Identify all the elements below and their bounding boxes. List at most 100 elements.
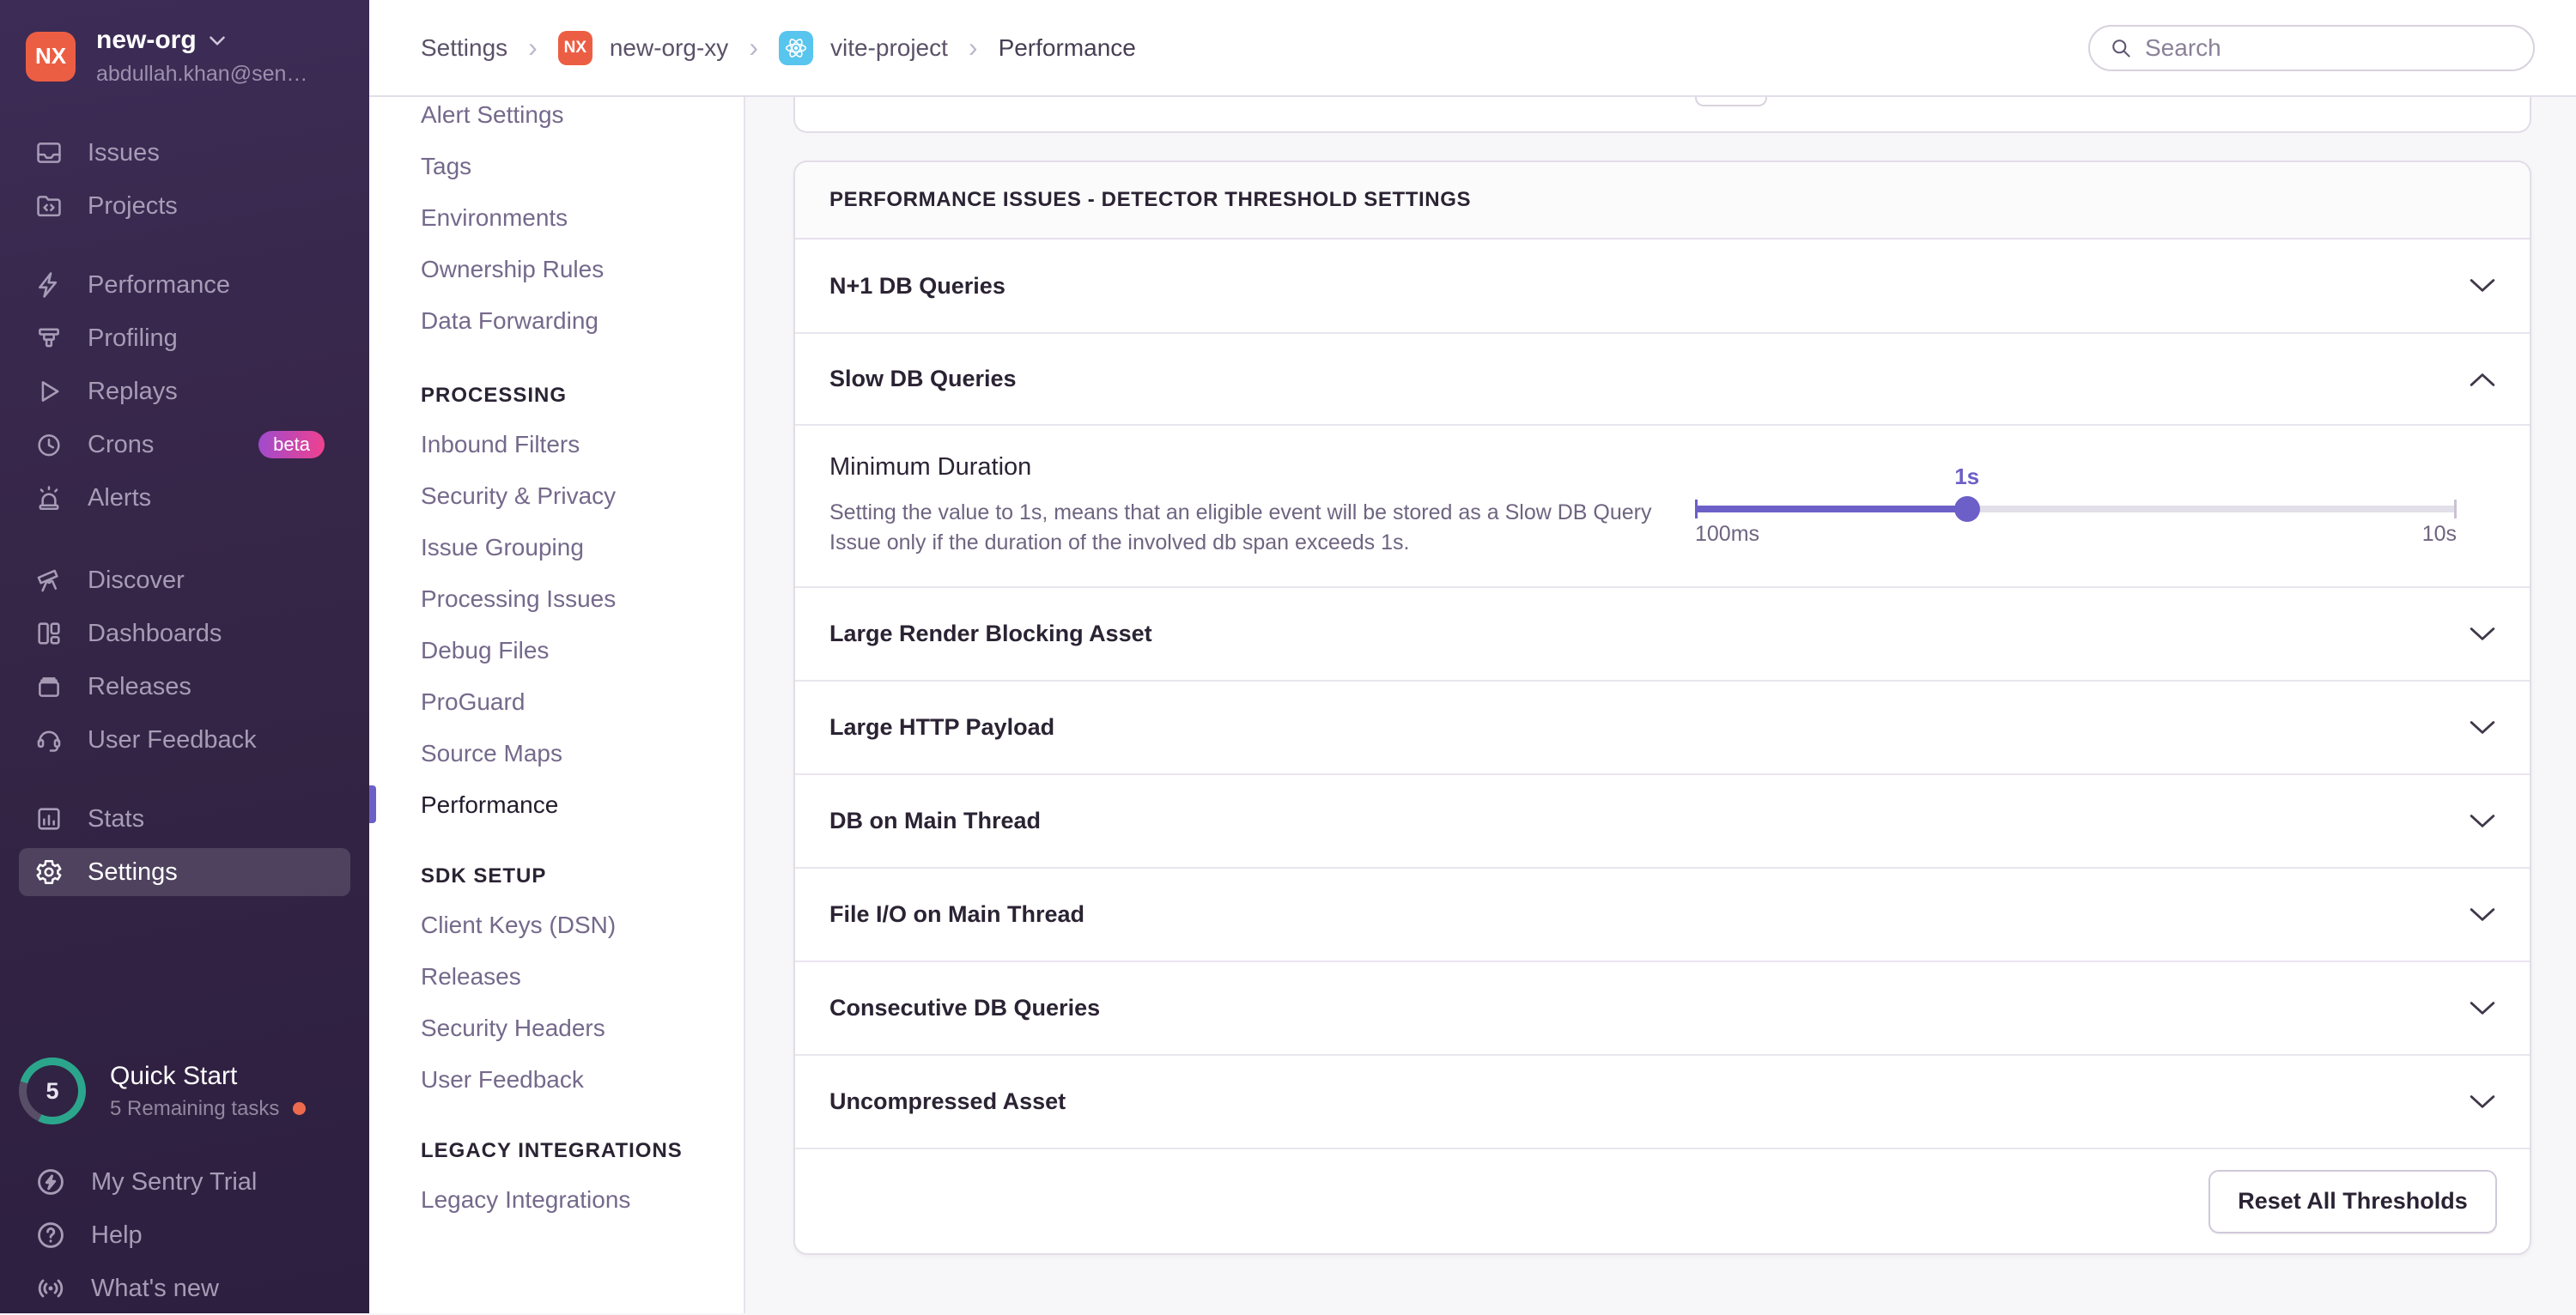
org-avatar: NX <box>26 31 76 82</box>
nav-item-tags[interactable]: Tags <box>369 141 744 192</box>
sidebar-item-releases[interactable]: Releases <box>0 660 369 713</box>
sidebar-item-issues[interactable]: Issues <box>0 126 369 179</box>
sidebar-item-label: Crons <box>88 430 155 458</box>
box-icon <box>39 677 59 697</box>
nav-item-security-privacy[interactable]: Security & Privacy <box>369 470 744 522</box>
nav-item-debug-files[interactable]: Debug Files <box>369 625 744 676</box>
sidebar-item-performance[interactable]: Performance <box>0 258 369 312</box>
sidebar-item-discover[interactable]: Discover <box>0 554 369 607</box>
nav-item-proguard[interactable]: ProGuard <box>369 676 744 728</box>
nav-item-label: Alert Settings <box>421 101 564 128</box>
sidebar-item-dashboards[interactable]: Dashboards <box>0 607 369 660</box>
breadcrumb-project[interactable]: vite-project <box>830 34 948 62</box>
sidebar-item-crons[interactable]: Crons beta <box>0 418 369 471</box>
slider-thumb[interactable] <box>1953 496 1980 522</box>
sidebar-item-label: Stats <box>88 804 145 833</box>
react-project-icon <box>778 30 813 65</box>
duration-slider[interactable]: 1s 100ms 10s <box>1695 426 2457 588</box>
reset-all-thresholds-button[interactable]: Reset All Thresholds <box>2208 1169 2497 1233</box>
nav-item-source-maps[interactable]: Source Maps <box>369 728 744 779</box>
folder-code-icon <box>37 196 61 217</box>
nav-item-client-keys[interactable]: Client Keys (DSN) <box>369 900 744 951</box>
sidebar-item-my-sentry-trial[interactable]: My Sentry Trial <box>0 1155 369 1209</box>
quick-start[interactable]: 5 Quick Start 5 Remaining tasks <box>19 1057 307 1124</box>
search-input[interactable] <box>2145 33 2514 62</box>
sidebar-item-label: Dashboards <box>88 619 222 647</box>
slow-db-queries-settings: Minimum Duration Setting the value to 1s… <box>795 426 2530 588</box>
detector-row-uncompressed-asset[interactable]: Uncompressed Asset <box>795 1056 2530 1149</box>
quick-start-subtitle: 5 Remaining tasks <box>110 1096 280 1120</box>
sidebar-item-label: Projects <box>88 191 178 220</box>
sidebar-item-label: Help <box>91 1221 143 1249</box>
slider-min-label: 100ms <box>1695 522 1760 546</box>
detector-row-db-on-main-thread[interactable]: DB on Main Thread <box>795 775 2530 869</box>
nav-item-user-feedback[interactable]: User Feedback <box>369 1054 744 1106</box>
chevron-down-icon <box>209 36 225 45</box>
breadcrumb: Settings › NX new-org-xy › vite-project … <box>421 30 1136 65</box>
chevron-down-icon <box>2470 814 2495 827</box>
search-bar[interactable] <box>2088 24 2535 71</box>
nav-item-label: Issue Grouping <box>421 534 584 561</box>
detector-row-n1-db-queries[interactable]: N+1 DB Queries <box>795 239 2530 334</box>
nav-section-legacy-integrations: LEGACY INTEGRATIONS <box>421 1139 683 1162</box>
nav-item-label: Ownership Rules <box>421 256 605 282</box>
gear-icon <box>36 859 62 885</box>
active-nav-indicator <box>369 785 376 823</box>
detector-threshold-panel: PERFORMANCE ISSUES - DETECTOR THRESHOLD … <box>793 161 2531 1255</box>
nav-item-inbound-filters[interactable]: Inbound Filters <box>369 419 744 470</box>
breadcrumb-settings[interactable]: Settings <box>421 34 507 62</box>
sidebar-item-profiling[interactable]: Profiling <box>0 312 369 365</box>
search-icon <box>2112 39 2130 58</box>
nav-item-alert-settings[interactable]: Alert Settings <box>369 89 744 141</box>
slider-max-tick <box>2454 500 2457 518</box>
row-label: Large Render Blocking Asset <box>829 621 1152 646</box>
sidebar-item-help[interactable]: Help <box>0 1209 369 1262</box>
sidebar-item-replays[interactable]: Replays <box>0 365 369 418</box>
detector-row-large-http-payload[interactable]: Large HTTP Payload <box>795 682 2530 775</box>
nav-item-environments[interactable]: Environments <box>369 192 744 244</box>
row-label: Consecutive DB Queries <box>829 995 1101 1021</box>
nav-item-performance[interactable]: Performance <box>369 779 744 831</box>
panel-title: PERFORMANCE ISSUES - DETECTOR THRESHOLD … <box>795 162 2530 239</box>
sidebar-item-label: What's new <box>91 1274 219 1302</box>
inbox-icon <box>37 142 61 163</box>
nav-item-label: Environments <box>421 204 568 231</box>
profiling-icon <box>39 328 59 348</box>
nav-item-label: Tags <box>421 153 472 179</box>
nav-item-data-forwarding[interactable]: Data Forwarding <box>369 295 744 347</box>
detector-row-consecutive-db-queries[interactable]: Consecutive DB Queries <box>795 962 2530 1056</box>
nav-item-processing-issues[interactable]: Processing Issues <box>369 573 744 625</box>
org-email: abdullah.khan@sen… <box>96 62 308 86</box>
nav-item-issue-grouping[interactable]: Issue Grouping <box>369 522 744 573</box>
detector-row-large-render-blocking-asset[interactable]: Large Render Blocking Asset <box>795 588 2530 682</box>
org-name: new-org <box>96 26 197 54</box>
row-label: Slow DB Queries <box>829 366 1017 391</box>
row-label: File I/O on Main Thread <box>829 901 1085 927</box>
row-label: N+1 DB Queries <box>829 272 1005 299</box>
nav-item-releases[interactable]: Releases <box>369 951 744 1003</box>
nav-item-legacy-integrations[interactable]: Legacy Integrations <box>369 1174 744 1226</box>
panel-footer: Reset All Thresholds <box>795 1149 2530 1253</box>
progress-count: 5 <box>27 1065 78 1117</box>
sidebar-item-settings[interactable]: Settings <box>19 848 350 896</box>
sidebar-item-label: Issues <box>88 138 160 167</box>
sidebar-item-alerts[interactable]: Alerts <box>0 471 369 524</box>
slider-max-label: 10s <box>2421 522 2457 546</box>
breadcrumb-org[interactable]: new-org-xy <box>610 34 728 62</box>
org-switcher[interactable]: NX new-org abdullah.khan@sen… <box>0 0 369 87</box>
sidebar-item-stats[interactable]: Stats <box>0 792 369 845</box>
cutoff-button-bottom <box>1695 97 1767 106</box>
nav-item-security-headers[interactable]: Security Headers <box>369 1003 744 1054</box>
slider-value-label: 1s <box>1954 464 1980 489</box>
sidebar-item-user-feedback[interactable]: User Feedback <box>0 713 369 767</box>
row-label: Large HTTP Payload <box>829 714 1055 740</box>
nav-item-label: Security Headers <box>421 1015 605 1041</box>
sidebar-item-whats-new[interactable]: What's new <box>0 1262 369 1315</box>
nav-item-ownership-rules[interactable]: Ownership Rules <box>369 244 744 295</box>
detector-row-file-io-on-main-thread[interactable]: File I/O on Main Thread <box>795 869 2530 962</box>
settings-nav: Alert Settings Tags Environments Ownersh… <box>369 0 745 1313</box>
row-label: DB on Main Thread <box>829 808 1042 833</box>
sidebar-item-projects[interactable]: Projects <box>0 179 369 233</box>
detector-row-slow-db-queries[interactable]: Slow DB Queries <box>795 334 2530 426</box>
progress-ring: 5 <box>19 1057 86 1124</box>
